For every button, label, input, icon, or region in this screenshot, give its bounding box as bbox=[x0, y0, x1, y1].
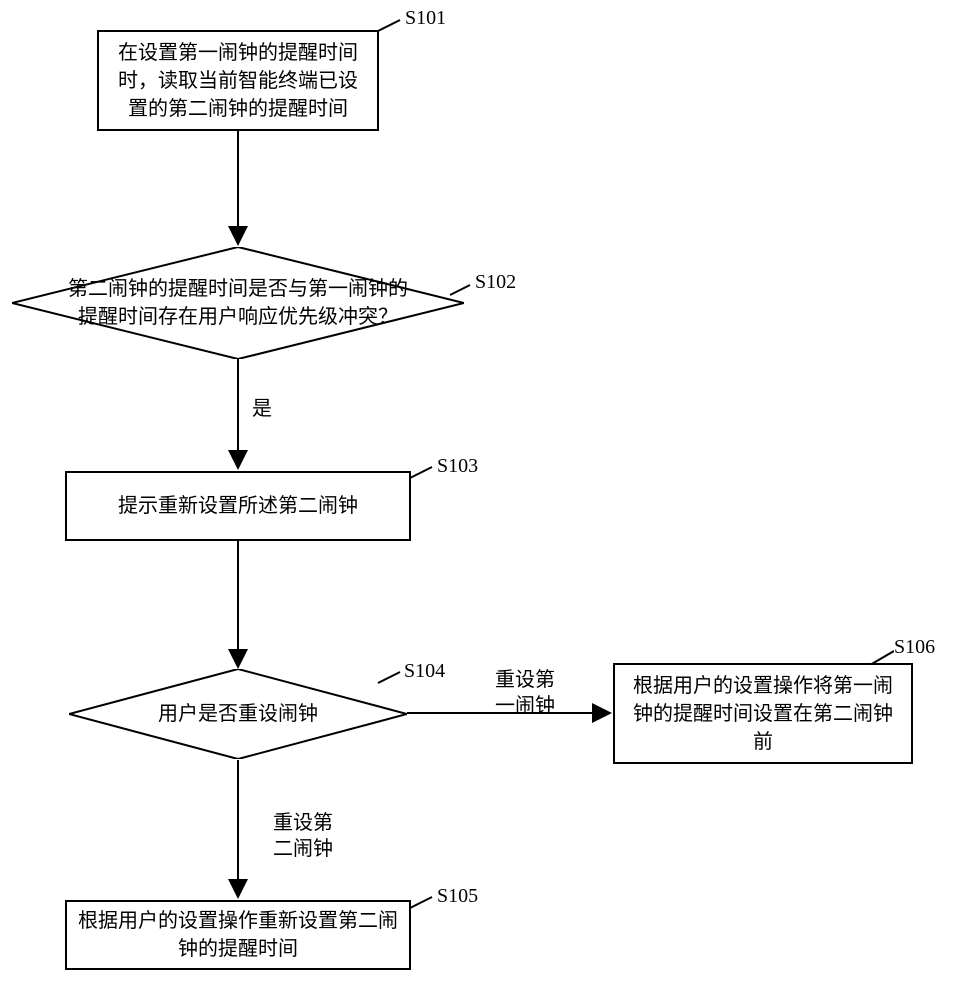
edge-reset-second: 重设第 二闹钟 bbox=[273, 810, 333, 862]
decision-s104: 用户是否重设闹钟 bbox=[69, 669, 407, 759]
s101-text: 在设置第一闹钟的提醒时间时，读取当前智能终端已设置的第二闹钟的提醒时间 bbox=[109, 39, 367, 123]
s105-label: S105 bbox=[437, 882, 478, 910]
step-s105: 根据用户的设置操作重新设置第二闹钟的提醒时间 bbox=[65, 900, 411, 970]
s105-text: 根据用户的设置操作重新设置第二闹钟的提醒时间 bbox=[77, 907, 399, 963]
s102-label: S102 bbox=[475, 268, 516, 296]
edge-yes: 是 bbox=[252, 395, 272, 423]
edge-reset-first: 重设第 一闹钟 bbox=[495, 667, 555, 719]
s104-text: 用户是否重设闹钟 bbox=[158, 700, 318, 728]
step-s103: 提示重新设置所述第二闹钟 bbox=[65, 471, 411, 541]
s103-label: S103 bbox=[437, 452, 478, 480]
decision-s102: 第二闹钟的提醒时间是否与第一闹钟的提醒时间存在用户响应优先级冲突？ bbox=[12, 247, 464, 359]
s102-text: 第二闹钟的提醒时间是否与第一闹钟的提醒时间存在用户响应优先级冲突？ bbox=[67, 275, 409, 331]
step-s106: 根据用户的设置操作将第一闹钟的提醒时间设置在第二闹钟前 bbox=[613, 663, 913, 764]
s104-label: S104 bbox=[404, 657, 445, 685]
s101-label: S101 bbox=[405, 4, 446, 32]
s106-text: 根据用户的设置操作将第一闹钟的提醒时间设置在第二闹钟前 bbox=[625, 672, 901, 756]
step-s101: 在设置第一闹钟的提醒时间时，读取当前智能终端已设置的第二闹钟的提醒时间 bbox=[97, 30, 379, 131]
s103-text: 提示重新设置所述第二闹钟 bbox=[118, 492, 358, 520]
s106-label: S106 bbox=[894, 633, 935, 661]
